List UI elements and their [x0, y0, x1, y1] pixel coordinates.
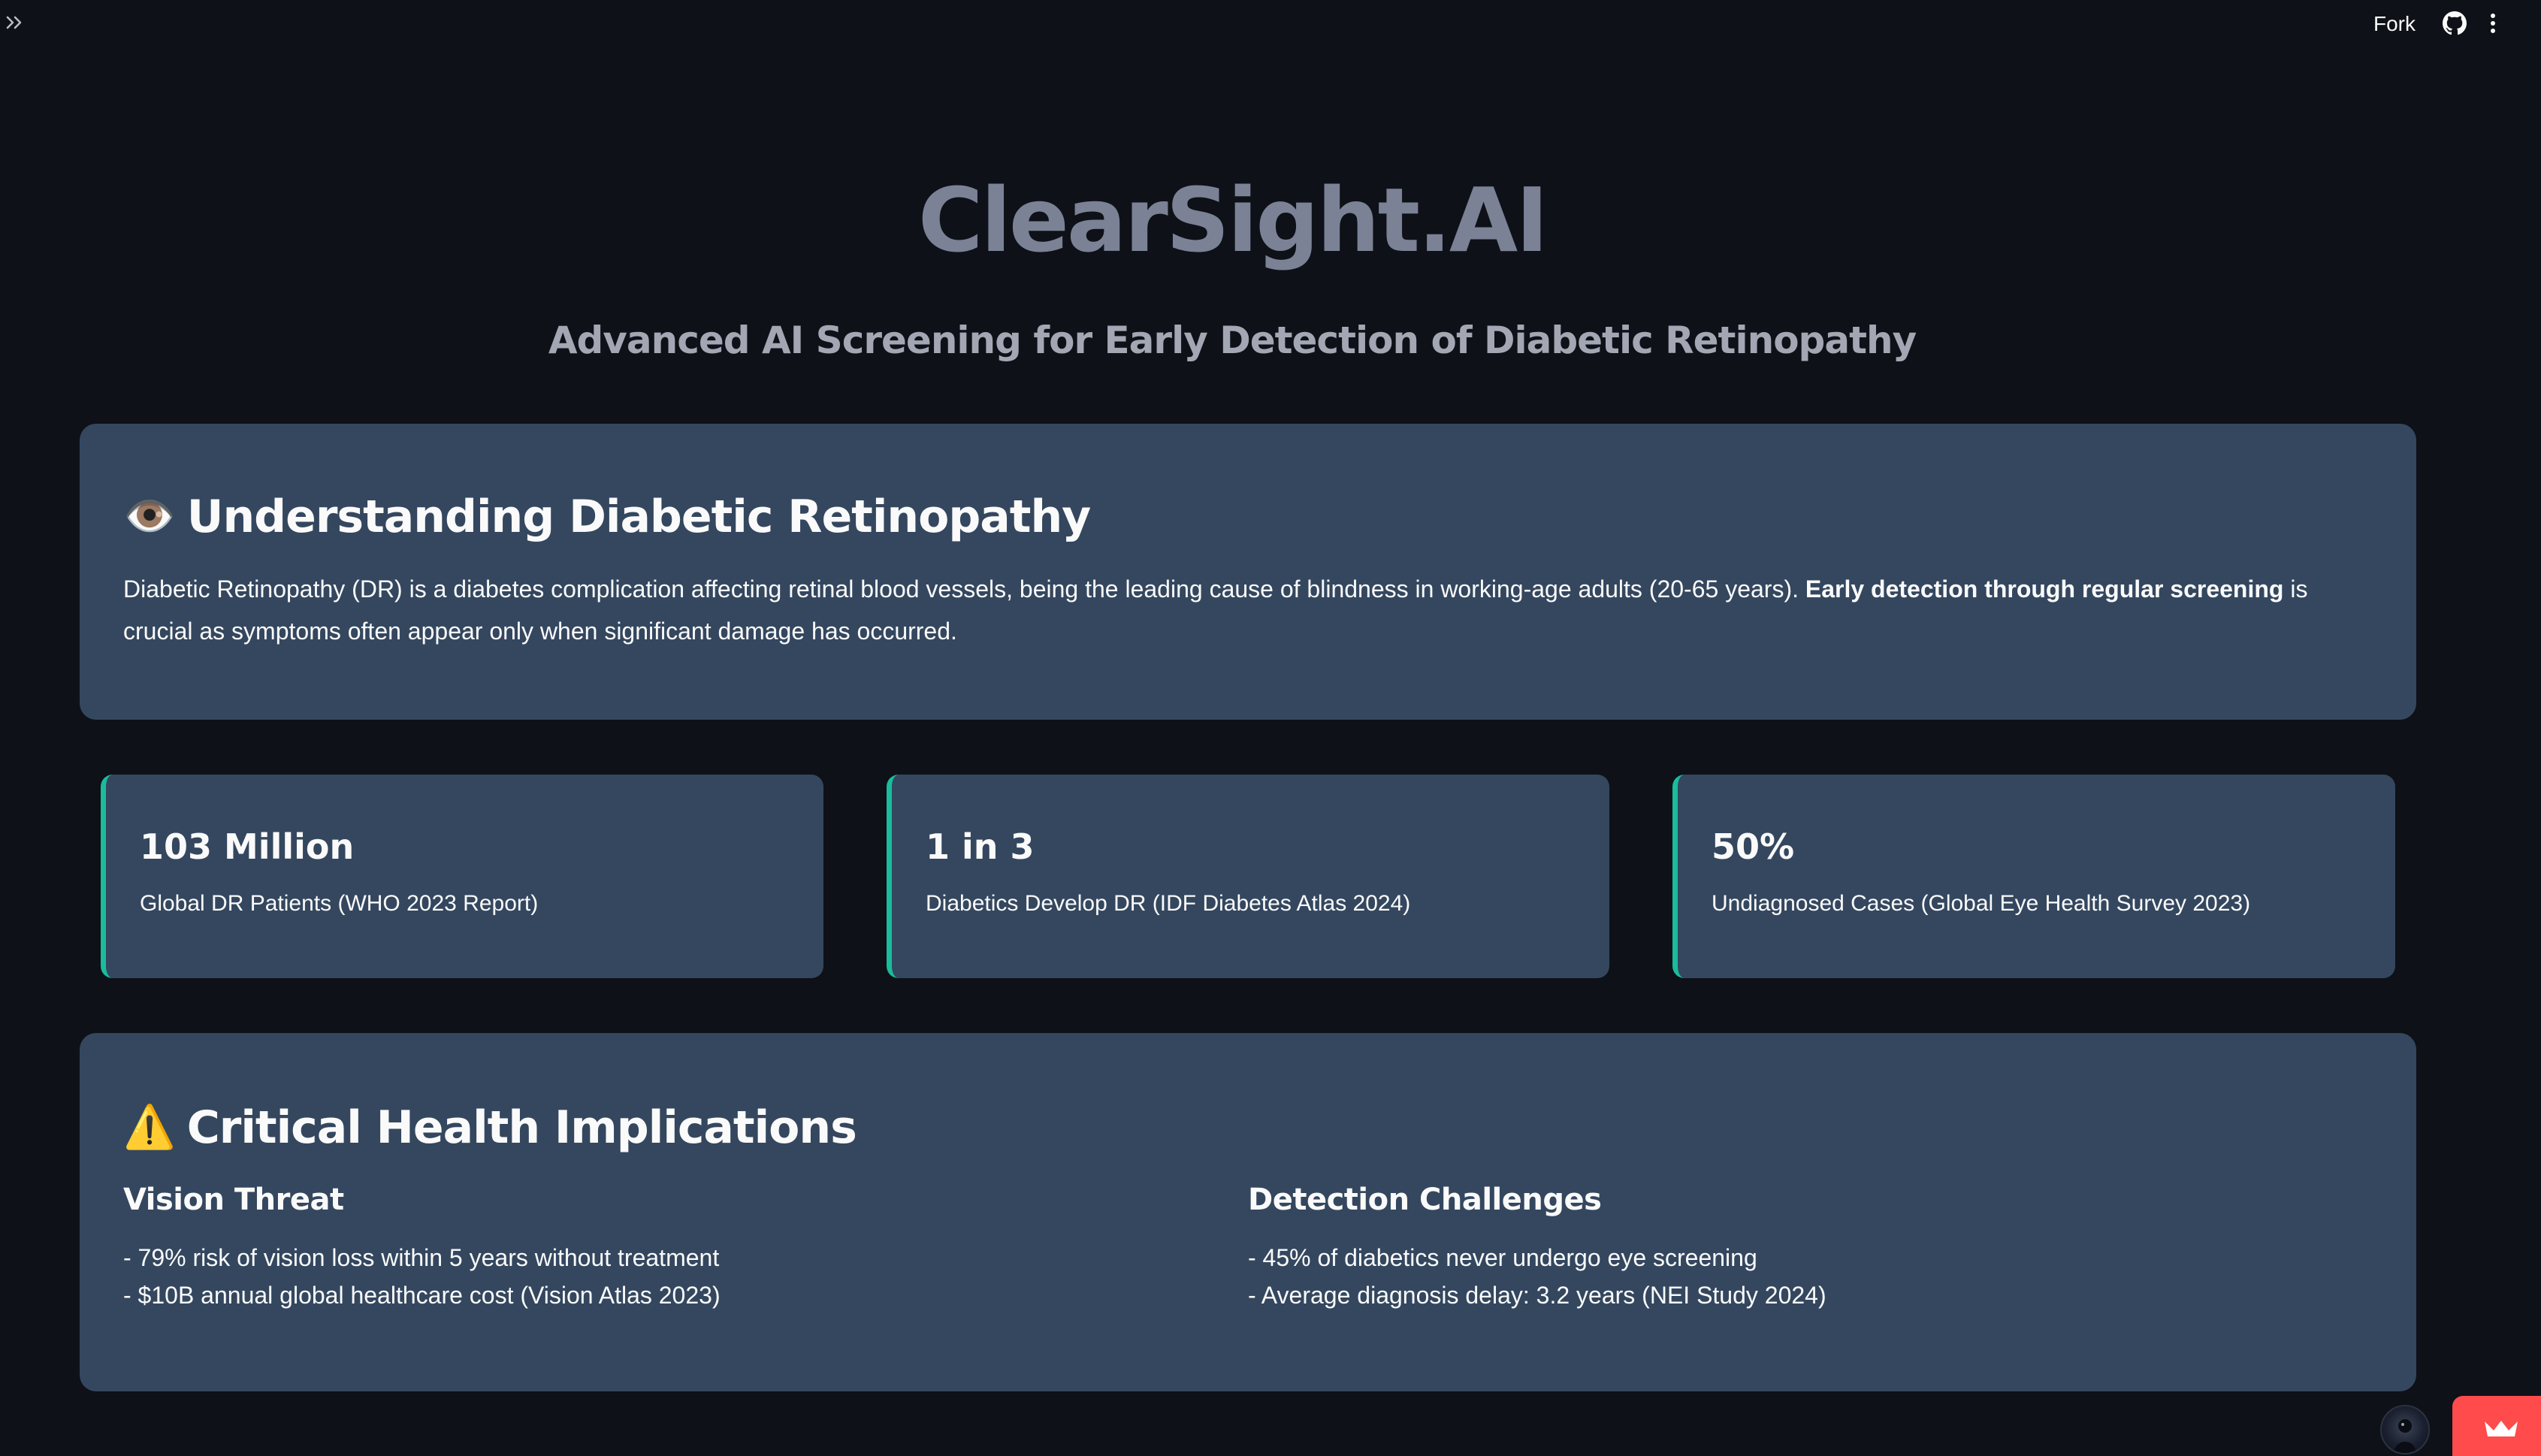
stat-label: Undiagnosed Cases (Global Eye Health Sur…	[1712, 891, 2251, 916]
app-subtitle: Advanced AI Screening for Early Detectio…	[548, 319, 1917, 362]
crown-icon	[2485, 1421, 2518, 1436]
stat-card-undiagnosed: 50% Undiagnosed Cases (Global Eye Health…	[1672, 775, 2395, 978]
app-toolbar: Fork	[0, 0, 2541, 48]
list-item: - 79% risk of vision loss within 5 years…	[123, 1244, 720, 1271]
understanding-heading-text: Understanding Diabetic Retinopathy	[186, 491, 1092, 543]
understanding-card: 👁️ Understanding Diabetic Retinopathy Di…	[80, 424, 2416, 720]
list-item: - 45% of diabetics never undergo eye scr…	[1248, 1244, 1757, 1271]
vertical-dots-icon	[2491, 14, 2495, 33]
column-title: Vision Threat	[123, 1183, 344, 1217]
critical-implications-card: ⚠️ Critical Health Implications Vision T…	[80, 1033, 2416, 1391]
list-item: - $10B annual global healthcare cost (Vi…	[123, 1282, 721, 1309]
implications-columns: Vision Threat - 79% risk of vision loss …	[123, 1179, 2373, 1314]
vision-threat-column: Vision Threat - 79% risk of vision loss …	[123, 1179, 1248, 1314]
github-icon	[2443, 11, 2467, 35]
description-emphasis: Early detection through regular screenin…	[1805, 575, 2284, 603]
description-text-start: Diabetic Retinopathy (DR) is a diabetes …	[123, 575, 1805, 603]
fork-button[interactable]: Fork	[2373, 11, 2416, 38]
understanding-description: Diabetic Retinopathy (DR) is a diabetes …	[123, 568, 2373, 652]
app-title: ClearSight.AI	[917, 168, 1548, 272]
critical-heading-text: Critical Health Implications	[186, 1101, 857, 1154]
list-item: - Average diagnosis delay: 3.2 years (NE…	[1248, 1282, 1826, 1309]
stat-card-patients: 103 Million Global DR Patients (WHO 2023…	[101, 775, 823, 978]
stat-card-incidence: 1 in 3 Diabetics Develop DR (IDF Diabete…	[887, 775, 1609, 978]
stat-value: 103 Million	[140, 826, 355, 867]
critical-heading: ⚠️ Critical Health Implications	[123, 1098, 2373, 1158]
avatar-figure-icon	[2394, 1419, 2416, 1453]
column-title: Detection Challenges	[1248, 1183, 1602, 1217]
stat-label: Global DR Patients (WHO 2023 Report)	[140, 891, 539, 916]
understanding-heading: 👁️ Understanding Diabetic Retinopathy	[123, 487, 2373, 547]
double-chevron-right-icon	[6, 16, 22, 29]
github-button[interactable]	[2441, 10, 2468, 37]
main-menu-button[interactable]	[2479, 10, 2506, 37]
stat-label: Diabetics Develop DR (IDF Diabetes Atlas…	[926, 891, 1411, 916]
eye-icon: 👁️	[123, 492, 176, 541]
stat-value: 50%	[1712, 826, 1795, 867]
creator-avatar[interactable]	[2380, 1405, 2430, 1454]
warning-icon: ⚠️	[123, 1103, 176, 1152]
stat-value: 1 in 3	[926, 826, 1035, 867]
detection-challenges-column: Detection Challenges - 45% of diabetics …	[1248, 1179, 2373, 1314]
hosted-with-streamlit-badge[interactable]	[2452, 1396, 2541, 1456]
expand-sidebar-button[interactable]	[3, 11, 27, 35]
